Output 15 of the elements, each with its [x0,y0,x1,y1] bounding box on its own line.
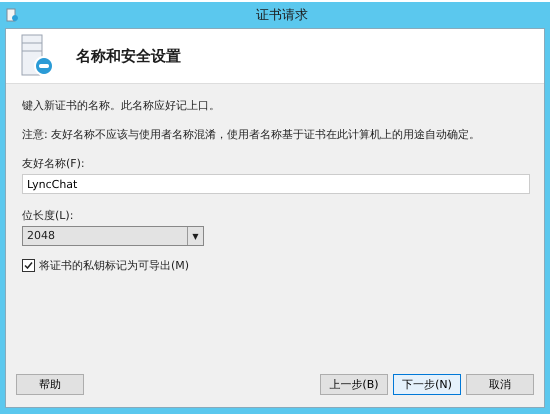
bit-length-dropdown[interactable]: 2048 ▼ [22,226,204,246]
app-icon [5,8,19,22]
note-text: 注意: 友好名称不应该与使用者名称混淆，使用者名称基于证书在此计算机上的用途自动确定。 [22,127,482,142]
exportable-checkbox[interactable] [22,259,35,272]
field-label: 位长度(L): [22,208,74,223]
help-button[interactable]: 帮助 [16,374,84,395]
friendly-name-field[interactable]: LyncChat [22,174,530,194]
dialog-button[interactable]: 上一步(B) [320,374,388,395]
instruction-text: 键入新证书的名称。此名称应好记上口。 [22,98,221,113]
checkbox-label: 将证书的私钥标记为可导出(M) [39,258,190,273]
dialog-button[interactable]: 取消 [466,374,534,395]
page-heading: 名称和安全设置 [76,46,181,66]
dialog-button[interactable]: 下一步(N) [393,374,461,395]
field-label: 友好名称(F): [22,156,86,171]
window-title: 证书请求 [255,7,309,24]
